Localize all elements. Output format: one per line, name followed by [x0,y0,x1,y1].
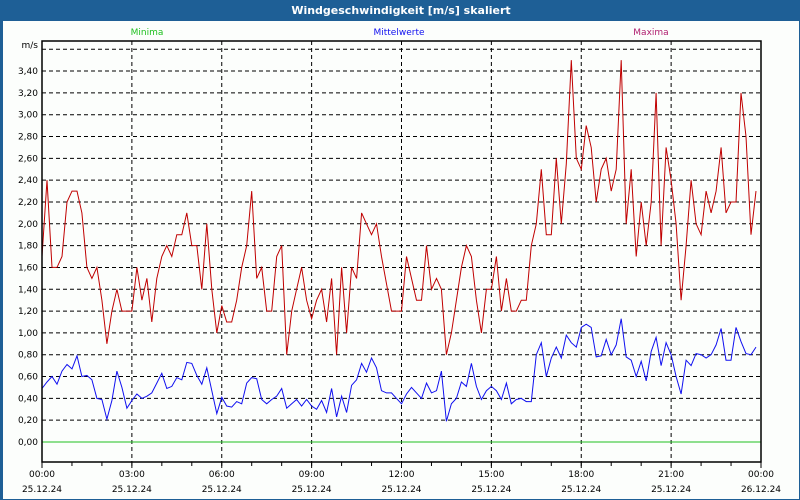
x-tick-time: 12:00 [389,470,415,480]
y-tick-label: 2,20 [18,198,38,208]
x-tick-date: 25.12.24 [651,485,691,495]
y-tick-label: 2,00 [18,220,38,230]
y-tick-label: 1,40 [18,285,38,295]
wind-speed-chart: Minima Mittelwerte Maxima m/s 0,00 0,20 0,… [18,28,781,495]
legend-mittelwerte: Mittelwerte [373,28,424,38]
x-tick-date: 25.12.24 [112,485,152,495]
y-tick-label: 1,80 [18,242,38,252]
x-tick-date: 26.12.24 [741,485,781,495]
y-tick-label: 1,60 [18,263,38,273]
x-tick-time: 03:00 [119,470,145,480]
y-tick-label: 0,80 [18,351,38,361]
x-tick-date: 25.12.24 [381,485,421,495]
y-axis-unit: m/s [22,41,39,51]
y-tick-label: 2,80 [18,133,38,143]
y-tick-label: 0,20 [18,416,38,426]
x-tick-time: 00:00 [748,470,774,480]
x-tick-time: 21:00 [658,470,684,480]
y-tick-label: 3,20 [18,89,38,99]
x-tick-date: 25.12.24 [292,485,332,495]
chart-window: Windgeschwindigkeit [m/s] skaliert Minim… [0,0,800,500]
y-tick-label: 3,00 [18,111,38,121]
x-tick-date: 25.12.24 [471,485,511,495]
x-tick-date: 25.12.24 [202,485,242,495]
x-tick-time: 18:00 [568,470,594,480]
series-maxima [41,60,757,355]
y-tick-label: 2,40 [18,176,38,186]
x-tick-date: 25.12.24 [22,485,62,495]
x-tick-time: 06:00 [209,470,235,480]
x-tick-time: 00:00 [29,470,55,480]
legend-minima: Minima [131,28,164,38]
chart-area: Minima Mittelwerte Maxima m/s 0,00 0,20 0,… [3,21,799,499]
y-tick-label: 1,00 [18,329,38,339]
y-tick-label: 3,40 [18,67,38,77]
x-tick-date: 25.12.24 [561,485,601,495]
y-tick-label: 0,60 [18,373,38,383]
series-mittelwerte [41,318,757,422]
x-tick-time: 15:00 [478,470,504,480]
y-tick-label: 2,60 [18,154,38,164]
legend-maxima: Maxima [633,28,668,38]
window-title: Windgeschwindigkeit [m/s] skaliert [1,1,800,21]
y-tick-label: 0,00 [18,438,38,448]
y-tick-label: 1,20 [18,307,38,317]
y-tick-label: 0,40 [18,394,38,404]
x-tick-time: 09:00 [299,470,325,480]
